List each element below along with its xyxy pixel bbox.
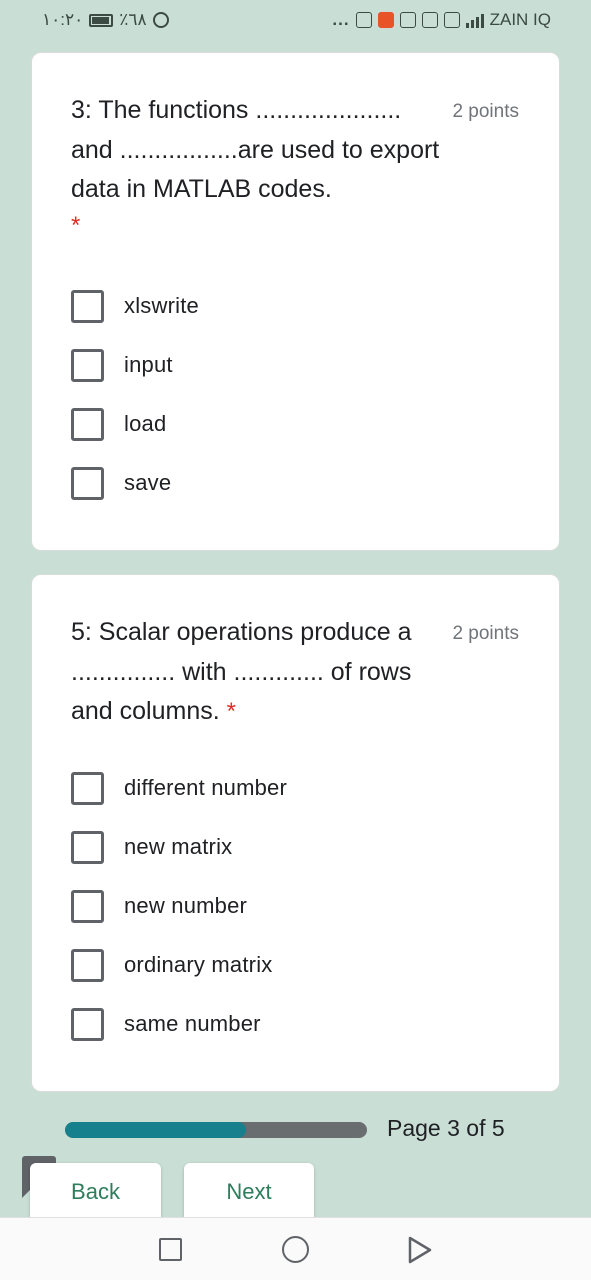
- question-card: 5: Scalar operations produce a .........…: [31, 574, 560, 1092]
- checkbox[interactable]: [71, 289, 104, 323]
- option-label: ordinary matrix: [124, 952, 273, 977]
- option-label: load: [124, 411, 167, 436]
- back-button[interactable]: Back: [30, 1163, 161, 1223]
- app-notification-icon: [377, 12, 394, 28]
- required-marker: *: [226, 698, 236, 725]
- battery-percent: ٪٦٨: [119, 10, 147, 29]
- option-xlswrite[interactable]: xlswrite: [71, 289, 199, 323]
- status-bar-left: ١٠:٢٠ ٪٦٨: [42, 10, 169, 30]
- next-button[interactable]: Next: [184, 1163, 314, 1223]
- option-label: different number: [124, 775, 288, 800]
- option-ordinary-matrix[interactable]: ordinary matrix: [71, 948, 272, 982]
- required-marker: *: [71, 211, 81, 239]
- system-nav-bar: [0, 1217, 591, 1280]
- option-save[interactable]: save: [71, 466, 171, 500]
- question-header: 5: Scalar operations produce a .........…: [71, 613, 491, 732]
- option-different-number[interactable]: different number: [71, 771, 287, 805]
- question-points: 2 points: [452, 623, 519, 644]
- option-label: input: [124, 352, 173, 377]
- option-input[interactable]: input: [71, 348, 173, 382]
- checkbox[interactable]: [71, 830, 104, 864]
- battery-icon: [89, 13, 114, 27]
- checkbox[interactable]: [71, 889, 104, 923]
- page-indicator: Page 3 of 5: [387, 1115, 505, 1141]
- gmail-icon: [399, 12, 416, 28]
- checkbox[interactable]: [71, 466, 104, 500]
- keyboard-icon: [421, 12, 438, 28]
- question-card: 3: The functions ..................... a…: [31, 52, 560, 551]
- home-icon[interactable]: [282, 1236, 309, 1263]
- checkbox[interactable]: [71, 1007, 104, 1041]
- alarm-icon: [152, 12, 169, 28]
- instagram-icon: [355, 12, 372, 28]
- checkbox[interactable]: [71, 948, 104, 982]
- option-same-number[interactable]: same number: [71, 1007, 261, 1041]
- carrier-name: ZAIN IQ: [489, 10, 551, 29]
- question-points: 2 points: [452, 101, 519, 122]
- signal-icon: [465, 12, 484, 28]
- option-label: same number: [124, 1011, 261, 1036]
- option-label: new number: [124, 893, 248, 918]
- option-new-matrix[interactable]: new matrix: [71, 830, 232, 864]
- clock-text: ١٠:٢٠: [42, 10, 84, 29]
- option-load[interactable]: load: [71, 407, 166, 441]
- question-title: 3: The functions ..................... a…: [71, 96, 440, 203]
- option-label: xlswrite: [124, 293, 199, 318]
- status-bar: ١٠:٢٠ ٪٦٨ ... ZAIN IQ: [0, 0, 591, 40]
- video-icon: [443, 12, 460, 28]
- checkbox[interactable]: [71, 348, 104, 382]
- option-label: new matrix: [124, 834, 233, 859]
- question-title-text: 5: Scalar operations produce a .........…: [71, 618, 412, 725]
- more-notifications-icon: ...: [332, 10, 350, 29]
- recent-apps-icon[interactable]: [159, 1238, 182, 1261]
- checkbox[interactable]: [71, 771, 104, 805]
- progress-bar: [65, 1122, 367, 1138]
- question-title: 5: Scalar operations produce a .........…: [71, 613, 441, 732]
- status-bar-right: ... ZAIN IQ: [332, 10, 551, 30]
- checkbox[interactable]: [71, 407, 104, 441]
- back-triangle-icon[interactable]: [407, 1236, 433, 1264]
- question-header: 3: The functions ..................... a…: [71, 91, 491, 240]
- option-label: save: [124, 470, 172, 495]
- progress-bar-fill: [65, 1122, 247, 1138]
- option-new-number[interactable]: new number: [71, 889, 247, 923]
